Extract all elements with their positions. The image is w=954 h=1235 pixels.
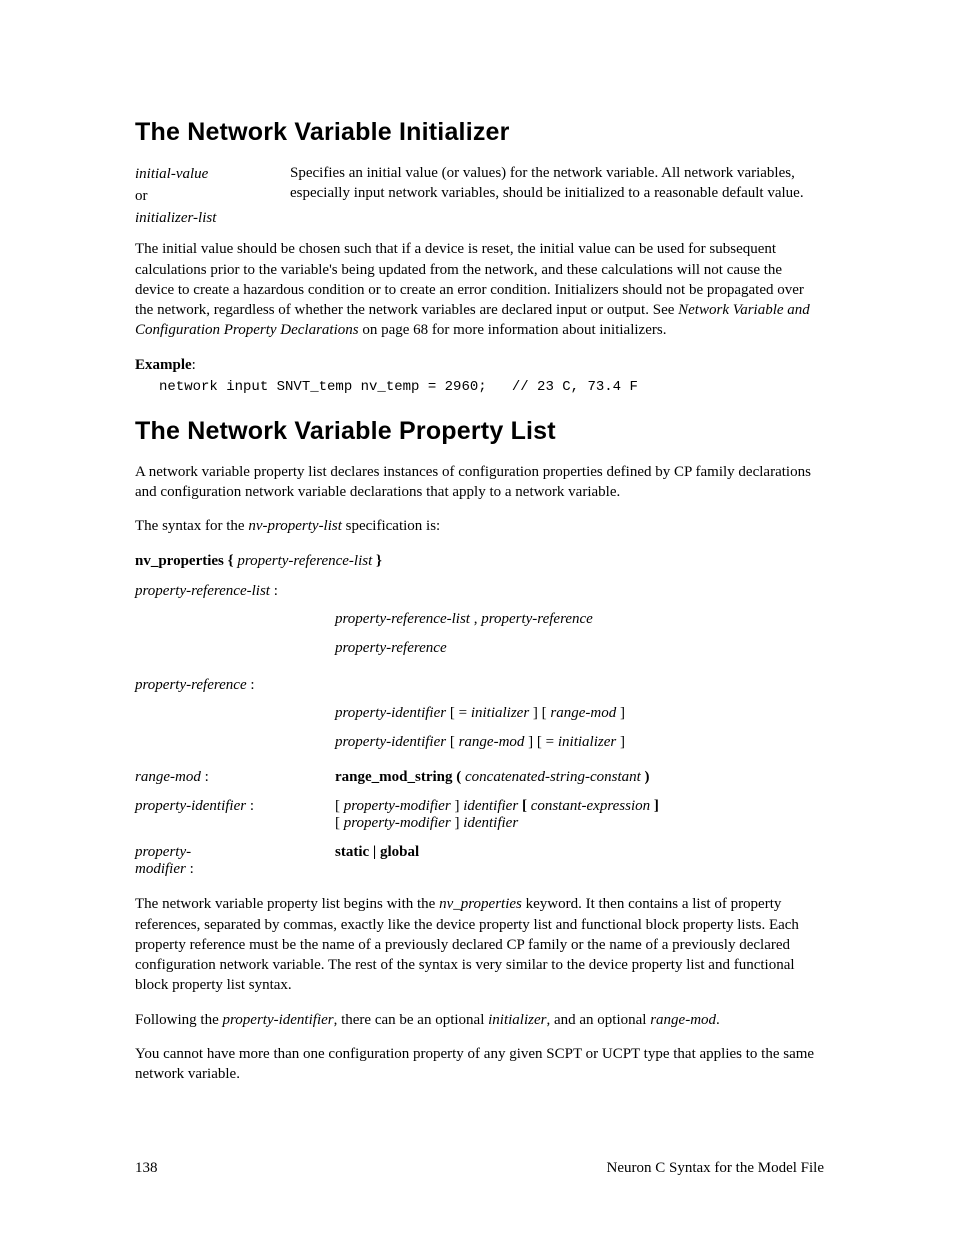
syntax-nv-properties: nv_properties { property-reference-list … <box>135 551 824 571</box>
pr1-eq: = <box>455 705 471 721</box>
section-heading-property-list: The Network Variable Property List <box>135 417 824 446</box>
p4-c: , and an optional <box>546 1012 650 1028</box>
prl-label-colon: : <box>270 583 278 599</box>
p4-a: Following the <box>135 1012 223 1028</box>
pi1-pm: property-modifier <box>340 798 454 814</box>
pi-label: property-identifier : <box>135 798 335 832</box>
example-label-colon: : <box>192 357 196 373</box>
rm-em: concatenated-string-constant <box>461 769 644 785</box>
page-number: 138 <box>135 1160 158 1177</box>
proplist-intro-para: A network variable property list declare… <box>135 462 824 503</box>
prl-line1-b: property-reference <box>477 611 592 627</box>
proplist-syntax-lead: The syntax for the nv-property-list spec… <box>135 516 824 536</box>
term-or: or <box>135 186 290 208</box>
initializer-paragraph: The initial value should be chosen such … <box>135 239 824 340</box>
syntax-lead-em: nv-property-list <box>248 518 342 534</box>
proplist-explain-para: The network variable property list begin… <box>135 894 824 995</box>
pm-label-colon: : <box>186 861 194 877</box>
prl-line1-a: property-reference-list <box>335 611 474 627</box>
pr2-a: property-identifier <box>335 734 450 750</box>
p4-d: . <box>716 1012 720 1028</box>
example-code: network input SNVT_temp nv_temp = 2960; … <box>159 379 824 395</box>
pi-label-text: property-identifier <box>135 798 246 814</box>
prl-label-text: property-reference-list <box>135 583 270 599</box>
initializer-para-text-b: on page 68 for more information about in… <box>359 322 667 338</box>
initializer-term-definition: initial-value or initializer-list Specif… <box>135 163 824 229</box>
pi2-pm: property-modifier <box>340 815 454 831</box>
page-footer: 138 Neuron C Syntax for the Model File <box>135 1160 824 1177</box>
initializer-term-desc: Specifies an initial value (or values) f… <box>290 163 824 229</box>
p4-em3: range-mod <box>650 1012 716 1028</box>
page: The Network Variable Initializer initial… <box>0 0 954 1235</box>
p3-a: The network variable property list begin… <box>135 896 439 912</box>
example-label-bold: Example <box>135 357 192 373</box>
grammar-range-mod: range-mod : range_mod_string ( concatena… <box>135 769 824 786</box>
pr2-eq: = <box>542 734 558 750</box>
prl-line2: property-reference <box>335 640 824 657</box>
pm-right: static | global <box>235 844 824 878</box>
grammar-property-modifier: property-modifier : static | global <box>135 844 824 878</box>
syntax-lead-a: The syntax for the <box>135 518 248 534</box>
rm-label-text: range-mod <box>135 769 201 785</box>
pr-label-text: property-reference <box>135 677 247 693</box>
pr-label-colon: : <box>247 677 255 693</box>
pi-label-colon: : <box>246 798 254 814</box>
syntax-lead-b: specification is: <box>342 518 440 534</box>
pi-line1: [ property-modifier ] identifier [ const… <box>335 798 824 815</box>
pm-label-text: property-modifier <box>135 844 191 877</box>
term-initial-value: initial-value <box>135 164 290 186</box>
syntax-nvprop-close: } <box>376 553 382 569</box>
doc-title-footer: Neuron C Syntax for the Model File <box>607 1160 824 1177</box>
grammar-pr-block: property-identifier [ = initializer ] [ … <box>335 705 824 751</box>
pi1-b4: ] <box>654 798 659 814</box>
pi-line2: [ property-modifier ] identifier <box>335 815 824 832</box>
prl-line1: property-reference-list , property-refer… <box>335 611 824 628</box>
syntax-nvprop-open: nv_properties { <box>135 553 234 569</box>
rm-label-colon: : <box>201 769 209 785</box>
pr2-rm: range-mod <box>455 734 528 750</box>
grammar-prl-label: property-reference-list : <box>135 581 824 601</box>
proplist-following-para: Following the property-identifier, there… <box>135 1010 824 1030</box>
pr-line2: property-identifier [ range-mod ] [ = in… <box>335 734 824 751</box>
pm-val: static | global <box>335 844 419 860</box>
rm-label: range-mod : <box>135 769 335 786</box>
pr2-init: initializer <box>558 734 620 750</box>
pr2-b4: ] <box>620 734 625 750</box>
grammar-property-identifier: property-identifier : [ property-modifie… <box>135 798 824 832</box>
pr1-init: initializer <box>471 705 533 721</box>
term-initializer-list: initializer-list <box>135 208 290 230</box>
p3-em: nv_properties <box>439 896 522 912</box>
p4-em1: property-identifier <box>223 1012 334 1028</box>
pi2-id: identifier <box>459 815 518 831</box>
syntax-nvprop-em: property-reference-list <box>234 553 376 569</box>
initializer-term-left: initial-value or initializer-list <box>135 163 290 229</box>
rm-bold: range_mod_string ( <box>335 769 461 785</box>
pm-label: property-modifier : <box>135 844 235 878</box>
pi-right: [ property-modifier ] identifier [ const… <box>335 798 824 832</box>
section-heading-initializer: The Network Variable Initializer <box>135 118 824 147</box>
pr1-rm: range-mod <box>547 705 620 721</box>
proplist-constraint-para: You cannot have more than one configurat… <box>135 1044 824 1085</box>
pr-line1: property-identifier [ = initializer ] [ … <box>335 705 824 722</box>
grammar-pr-label: property-reference : <box>135 675 824 695</box>
example-label: Example: <box>135 355 824 375</box>
pi1-ce: constant-expression <box>527 798 654 814</box>
rm-close: ) <box>645 769 650 785</box>
p4-b: , there can be an optional <box>334 1012 489 1028</box>
grammar-prl-block: property-reference-list , property-refer… <box>335 611 824 657</box>
pr1-a: property-identifier <box>335 705 450 721</box>
p4-em2: initializer <box>488 1012 546 1028</box>
pr1-b4: ] <box>620 705 625 721</box>
pi1-id: identifier <box>459 798 522 814</box>
rm-right: range_mod_string ( concatenated-string-c… <box>335 769 824 786</box>
